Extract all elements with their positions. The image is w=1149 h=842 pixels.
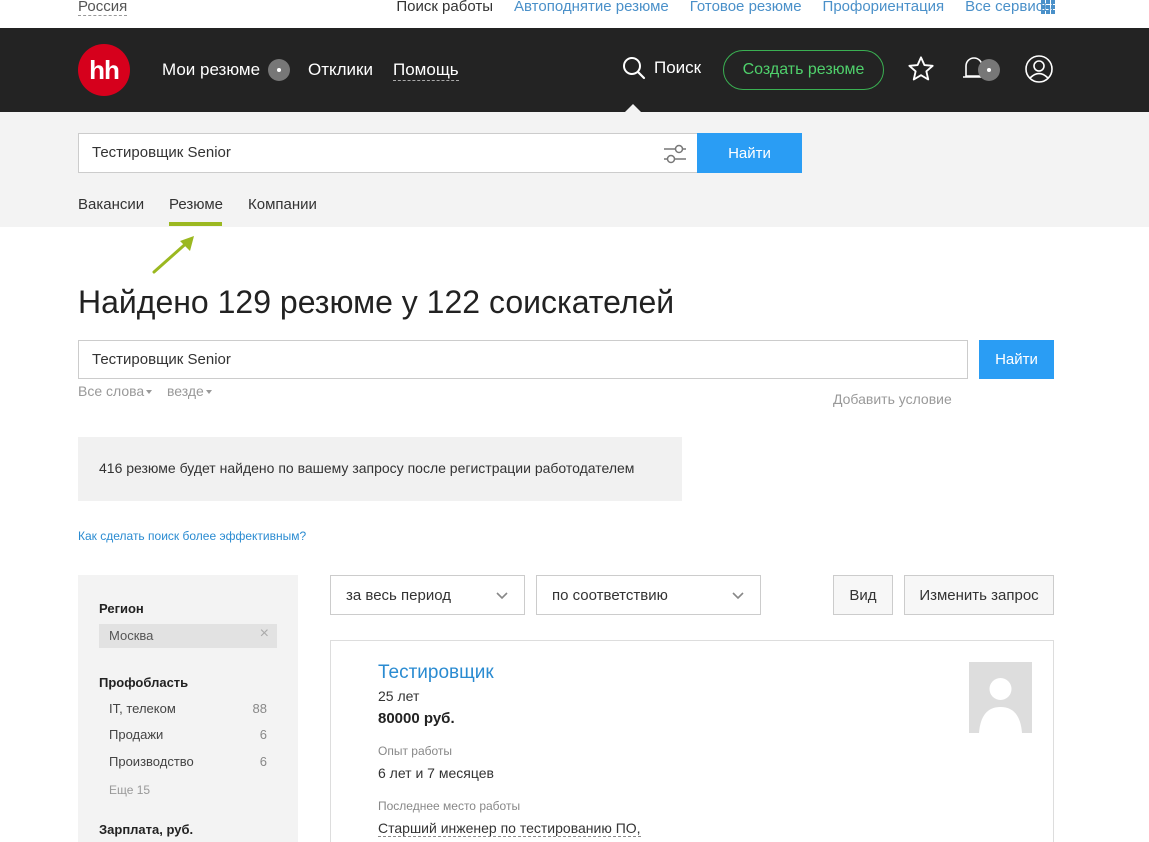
grid-icon[interactable] <box>1041 0 1055 14</box>
caret-down-icon <box>205 390 212 395</box>
page-title: Найдено 129 резюме у 122 соискателей <box>78 284 675 320</box>
prof-item-label: IT, телеком <box>109 701 176 716</box>
prof-item-label: Продажи <box>109 727 164 742</box>
scope-dropdown[interactable]: везде <box>167 383 212 399</box>
prof-item-count: 88 <box>252 701 267 716</box>
view-button[interactable]: Вид <box>833 575 893 615</box>
last-job-label: Последнее место работы <box>378 799 521 813</box>
counter-badge-icon <box>268 59 291 81</box>
tab-companies[interactable]: Компании <box>248 196 317 213</box>
favorites-button[interactable] <box>905 52 937 86</box>
scope-dropdown-label: везде <box>167 383 204 399</box>
nav-responses[interactable]: Отклики <box>308 60 373 80</box>
nav-search-label: Поиск <box>654 58 702 77</box>
search-tips-link[interactable]: Как сделать поиск более эффективным? <box>78 529 306 543</box>
notifications-button[interactable] <box>960 52 1004 86</box>
experience-label: Опыт работы <box>378 744 453 758</box>
search-icon <box>623 57 646 80</box>
prof-item-count: 6 <box>259 754 267 769</box>
period-select-value: за весь период <box>346 587 451 604</box>
annotation-arrow-icon <box>152 236 194 274</box>
region-chip-label: Москва <box>109 628 154 643</box>
nav-help[interactable]: Помощь <box>393 60 459 81</box>
region-heading: Регион <box>99 601 144 616</box>
avatar <box>969 662 1032 733</box>
region-link[interactable]: Россия <box>78 0 128 16</box>
user-placeholder-icon <box>979 678 1022 733</box>
salary-heading: Зарплата, руб. <box>99 822 194 837</box>
sliders-icon <box>664 144 686 164</box>
add-condition-link[interactable]: Добавить условие <box>833 391 952 407</box>
top-strip: Россия Поиск работы Автоподнятие резюме … <box>0 0 1149 28</box>
region-chip: Москва × <box>99 624 277 648</box>
tab-resumes[interactable]: Резюме <box>169 196 223 213</box>
create-resume-button[interactable]: Создать резюме <box>723 50 884 90</box>
top-search-input[interactable] <box>92 144 652 161</box>
active-tab-underline <box>169 222 222 226</box>
user-icon <box>1025 55 1053 83</box>
top-search-field[interactable] <box>78 133 698 173</box>
notice-text: 416 резюме будет найдено по вашему запро… <box>99 460 635 476</box>
words-dropdown[interactable]: Все слова <box>78 383 153 399</box>
top-link-ready-resume[interactable]: Готовое резюме <box>690 0 802 15</box>
star-icon <box>908 56 934 81</box>
last-job-value[interactable]: Старший инженер по тестированию ПО, <box>378 820 641 837</box>
nav-my-resumes[interactable]: Мои резюме <box>162 59 291 81</box>
prof-item[interactable]: Производство 6 <box>109 754 267 769</box>
top-find-button[interactable]: Найти <box>697 133 802 173</box>
hh-logo[interactable]: hh <box>78 44 130 96</box>
nav-my-resumes-label: Мои резюме <box>162 60 261 79</box>
top-link-career-guidance[interactable]: Профориентация <box>823 0 945 15</box>
prof-area-heading: Профобласть <box>99 675 189 690</box>
resume-salary: 80000 руб. <box>378 710 455 727</box>
resume-find-button[interactable]: Найти <box>979 340 1054 379</box>
profile-button[interactable] <box>1023 52 1055 86</box>
experience-value: 6 лет и 7 месяцев <box>378 765 494 781</box>
advanced-filter-button[interactable] <box>662 143 688 170</box>
resume-age: 25 лет <box>378 688 420 704</box>
prof-item-count: 6 <box>259 727 267 742</box>
caret-down-icon <box>146 390 153 395</box>
period-select[interactable]: за весь период <box>330 575 525 615</box>
top-link-job-search[interactable]: Поиск работы <box>396 0 493 15</box>
resume-search-field[interactable] <box>78 340 968 379</box>
bell-icon <box>963 57 1000 81</box>
resume-title-link[interactable]: Тестировщик <box>378 662 494 684</box>
prof-item-label: Производство <box>109 754 194 769</box>
chevron-down-icon <box>494 587 510 607</box>
words-dropdown-label: Все слова <box>78 383 145 399</box>
top-links: Поиск работы Автоподнятие резюме Готовое… <box>375 0 1054 15</box>
tab-vacancies[interactable]: Вакансии <box>78 196 144 213</box>
chevron-down-icon <box>730 587 746 607</box>
sort-select-value: по соответствию <box>552 587 668 604</box>
show-more-link[interactable]: Еще 15 <box>109 783 150 797</box>
change-query-button[interactable]: Изменить запрос <box>904 575 1054 615</box>
close-icon[interactable]: × <box>260 625 269 643</box>
registration-notice: 416 резюме будет найдено по вашему запро… <box>78 437 682 501</box>
nav-search[interactable]: Поиск <box>622 56 701 80</box>
prof-item[interactable]: IT, телеком 88 <box>109 701 267 716</box>
prof-item[interactable]: Продажи 6 <box>109 727 267 742</box>
resume-search-input[interactable] <box>92 351 942 368</box>
top-link-autoraise[interactable]: Автоподнятие резюме <box>514 0 669 15</box>
sort-select[interactable]: по соответствию <box>536 575 761 615</box>
